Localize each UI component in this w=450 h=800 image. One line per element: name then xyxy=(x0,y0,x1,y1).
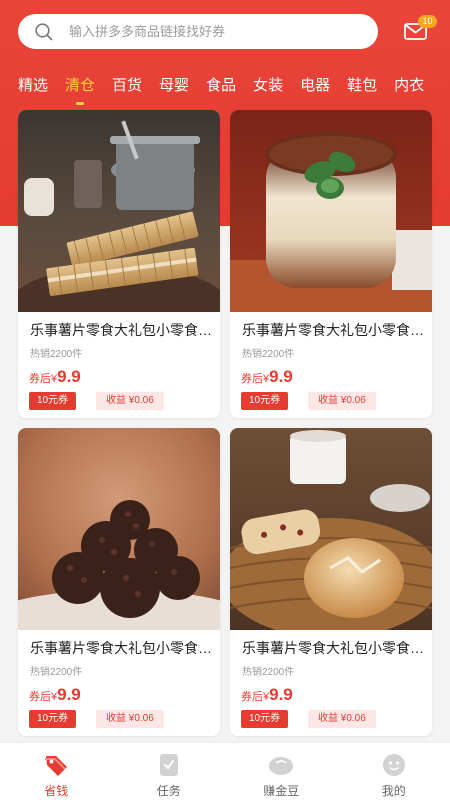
bottom-nav: 省钱 任务 赚金豆 我的 xyxy=(0,742,450,800)
product-image-bread-basket[interactable] xyxy=(230,428,432,630)
tab-muying[interactable]: 母婴 xyxy=(159,74,189,95)
earn-badge: 收益 ¥0.06 xyxy=(308,392,376,410)
price-prefix: 券后 xyxy=(29,691,51,703)
product-image-wafer-cookies[interactable] xyxy=(18,110,220,312)
tag-icon xyxy=(43,752,69,778)
coupon-badge[interactable]: 10元券 xyxy=(29,392,77,410)
sold-count: 热销2200件 xyxy=(242,667,295,678)
nav-item-earn-beans[interactable]: 赚金豆 xyxy=(225,743,338,800)
mail-badge: 10 xyxy=(418,15,437,28)
search-box[interactable] xyxy=(18,14,378,49)
product-card[interactable]: 乐事薯片零食大礼包小零食组合 热销2200件 券后¥9.9 10元券 收益 ¥0… xyxy=(18,110,220,418)
coupon-badge[interactable]: 10元券 xyxy=(29,710,77,728)
tab-nvzhuang[interactable]: 女装 xyxy=(253,74,283,95)
price-row: 券后¥9.9 xyxy=(29,367,81,387)
product-image-chocolate-cookies[interactable] xyxy=(18,428,220,630)
price-row: 券后¥9.9 xyxy=(29,685,81,705)
product-image-tiramisu-jar[interactable] xyxy=(230,110,432,312)
nav-item-tasks[interactable]: 任务 xyxy=(113,743,226,800)
price-prefix: 券后 xyxy=(241,691,263,703)
product-title[interactable]: 乐事薯片零食大礼包小零食组合 xyxy=(30,638,212,658)
price-value: 9.9 xyxy=(269,367,293,386)
tab-jingxuan[interactable]: 精选 xyxy=(18,74,48,95)
nav-label: 省钱 xyxy=(44,784,69,798)
tab-qingcang[interactable]: 清仓 xyxy=(65,74,95,105)
tab-shipin[interactable]: 食品 xyxy=(206,74,236,95)
product-title[interactable]: 乐事薯片零食大礼包小零食组合 xyxy=(242,320,424,340)
price-value: 9.9 xyxy=(57,685,81,704)
product-card[interactable]: 乐事薯片零食大礼包小零食组合 热销2200件 券后¥9.9 10元券 收益 ¥0… xyxy=(18,428,220,736)
sold-count: 热销2200件 xyxy=(30,667,83,678)
nav-item-profile[interactable]: 我的 xyxy=(338,743,450,800)
search-bar-row: 10 xyxy=(0,0,450,64)
coupon-badge[interactable]: 10元券 xyxy=(241,710,289,728)
product-title[interactable]: 乐事薯片零食大礼包小零食组合 xyxy=(242,638,424,658)
price-value: 9.9 xyxy=(269,685,293,704)
price-prefix: 券后 xyxy=(29,373,51,385)
coupon-badge[interactable]: 10元券 xyxy=(241,392,289,410)
tab-dianqi[interactable]: 电器 xyxy=(300,74,330,95)
task-icon xyxy=(156,752,182,778)
price-row: 券后¥9.9 xyxy=(241,367,293,387)
earn-badge: 收益 ¥0.06 xyxy=(96,710,164,728)
nav-label: 赚金豆 xyxy=(263,784,300,798)
nav-item-save-money[interactable]: 省钱 xyxy=(0,743,113,800)
product-card[interactable]: 乐事薯片零食大礼包小零食组合 热销2200件 券后¥9.9 10元券 收益 ¥0… xyxy=(230,428,432,736)
sold-count: 热销2200件 xyxy=(30,349,83,360)
bean-icon xyxy=(268,752,294,778)
product-card[interactable]: 乐事薯片零食大礼包小零食组合 热销2200件 券后¥9.9 10元券 收益 ¥0… xyxy=(230,110,432,418)
search-icon[interactable] xyxy=(35,22,53,41)
product-title[interactable]: 乐事薯片零食大礼包小零食组合 xyxy=(30,320,212,340)
profile-icon xyxy=(381,752,407,778)
earn-badge: 收益 ¥0.06 xyxy=(96,392,164,410)
price-prefix: 券后 xyxy=(241,373,263,385)
nav-label: 任务 xyxy=(156,784,181,798)
price-row: 券后¥9.9 xyxy=(241,685,293,705)
search-input[interactable] xyxy=(69,24,349,39)
nav-label: 我的 xyxy=(381,784,406,798)
sold-count: 热销2200件 xyxy=(242,349,295,360)
tab-neiyi[interactable]: 内衣 xyxy=(394,74,424,95)
tab-xiebao[interactable]: 鞋包 xyxy=(347,74,377,95)
price-value: 9.9 xyxy=(57,367,81,386)
earn-badge: 收益 ¥0.06 xyxy=(308,710,376,728)
tab-baihuo[interactable]: 百货 xyxy=(112,74,142,95)
category-tabs: 精选 清仓 百货 母婴 食品 女装 电器 鞋包 内衣 xyxy=(0,64,450,105)
